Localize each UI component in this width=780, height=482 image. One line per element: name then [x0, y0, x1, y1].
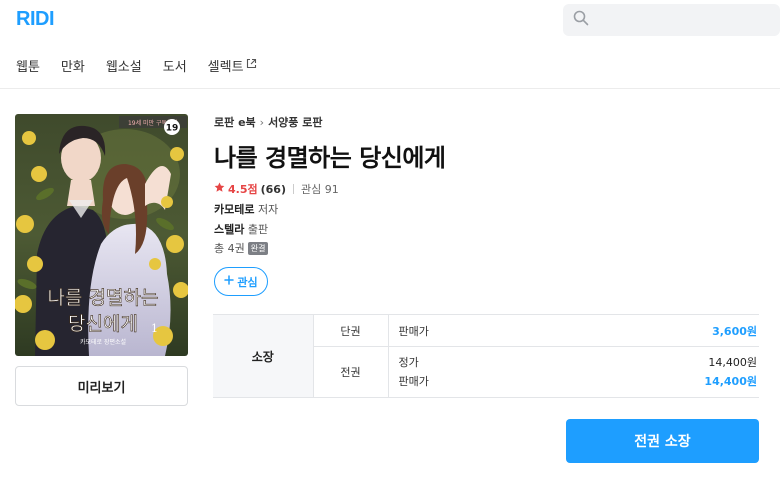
nav-select-label: 셀렉트	[207, 60, 244, 75]
cover-volume: 1	[151, 322, 158, 335]
buy-all-button[interactable]: 전권 소장	[566, 419, 759, 463]
nav-comics[interactable]: 만화	[61, 56, 85, 75]
author-name[interactable]: 카모테로	[214, 203, 254, 216]
breadcrumb-subcategory[interactable]: 서양풍 로판	[268, 114, 322, 130]
preview-button[interactable]: 미리보기	[15, 366, 188, 406]
single-price-label: 판매가	[388, 314, 547, 347]
nav-books[interactable]: 도서	[163, 56, 187, 75]
single-type: 단권	[313, 314, 389, 347]
nav-select[interactable]: 셀렉트	[208, 56, 257, 75]
single-price-value: 3,600원	[546, 314, 759, 347]
rating-row: 4.5점 (66) 관심 91	[214, 181, 339, 197]
completed-badge: 완결	[247, 242, 269, 255]
star-icon	[214, 182, 225, 196]
set-type: 전권	[313, 346, 389, 398]
sale-price-label: 판매가	[398, 375, 429, 388]
cover-author: 카모테로 장편소설	[80, 338, 126, 346]
plus-icon	[224, 275, 235, 288]
external-link-icon	[244, 58, 257, 73]
search-icon	[573, 10, 589, 30]
publisher-row: 스텔라 출판	[214, 221, 268, 237]
header-divider	[0, 88, 780, 89]
book-title: 나를 경멸하는 당신에게	[214, 144, 446, 172]
volume-row: 총 4권 완결	[214, 240, 269, 256]
author-suffix: 저자	[257, 203, 279, 216]
rating-score: 4.5점	[228, 183, 258, 196]
search-box[interactable]	[563, 4, 780, 36]
nav-webtoon[interactable]: 웹툰	[16, 56, 40, 75]
publisher-name[interactable]: 스텔라	[214, 223, 244, 236]
breadcrumb-category[interactable]: 로판 e북	[214, 114, 256, 130]
own-label: 소장	[213, 314, 314, 398]
author-row: 카모테로 저자	[214, 201, 278, 217]
main-nav: 웹툰 만화 웹소설 도서 셀렉트	[16, 56, 278, 75]
price-table: 소장 단권 판매가 3,600원 전권 정가 판매가 14,400원 14,40…	[213, 314, 759, 398]
publisher-suffix: 출판	[247, 223, 269, 236]
rating-count[interactable]: (66)	[261, 183, 286, 196]
breadcrumb: 로판 e북 › 서양풍 로판	[214, 114, 323, 130]
list-price-value: 14,400원	[708, 356, 757, 369]
age-rating-badge: 19	[166, 124, 179, 134]
list-price-label: 정가	[398, 356, 419, 369]
price-row-single: 소장 단권 판매가 3,600원	[213, 314, 759, 398]
cover-title-line-2: 당신에게	[68, 313, 138, 335]
chevron-right-icon: ›	[259, 115, 265, 129]
cover-title-line-1: 나를 경멸하는	[48, 287, 159, 309]
volume-count: 총 4권	[214, 242, 245, 255]
search-input[interactable]	[595, 8, 775, 32]
set-price-labels: 정가 판매가	[388, 346, 547, 398]
book-cover[interactable]: 19세 미만 구독불가 19 나를 경멸하는 당신에게 1 카모테로 장편소설	[15, 114, 188, 356]
favorite-count: 관심 91	[300, 183, 339, 196]
favorite-button[interactable]: 관심	[214, 267, 268, 296]
ridi-logo[interactable]: RIDI	[16, 8, 55, 31]
sale-price-value: 14,400원	[704, 375, 757, 388]
nav-webnovel[interactable]: 웹소설	[106, 56, 142, 75]
set-price-values: 14,400원 14,400원	[546, 346, 759, 398]
divider	[292, 184, 294, 194]
favorite-button-label: 관심	[237, 276, 258, 289]
